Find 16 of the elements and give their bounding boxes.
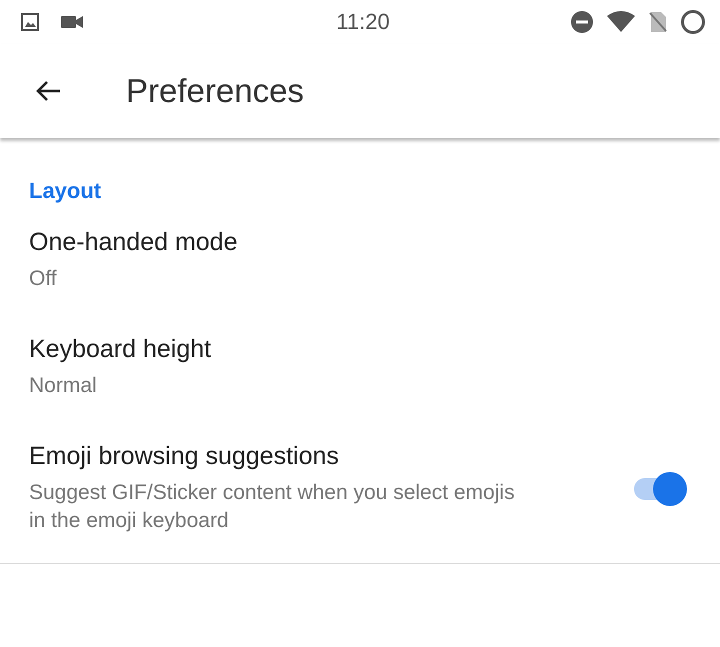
setting-summary: Suggest GIF/Sticker content when you select emojis in the emoji keyboard bbox=[29, 480, 516, 534]
setting-summary: Off bbox=[29, 266, 58, 292]
setting-summary: Normal bbox=[29, 373, 98, 399]
status-time: 11:20 bbox=[336, 9, 390, 35]
section-header: Layout bbox=[28, 177, 102, 205]
image-icon bbox=[20, 12, 40, 32]
toggle-switch[interactable] bbox=[632, 470, 688, 506]
setting-title: One-handed mode bbox=[29, 228, 238, 257]
do-not-disturb-icon bbox=[570, 10, 594, 34]
setting-title: Keyboard height bbox=[29, 335, 212, 364]
back-arrow-icon[interactable] bbox=[34, 79, 62, 103]
wifi-icon bbox=[606, 10, 636, 34]
screen-title: Preferences bbox=[126, 72, 304, 110]
no-sim-icon bbox=[648, 10, 668, 34]
setting-title: Emoji browsing suggestions bbox=[29, 442, 340, 471]
battery-ring-icon bbox=[680, 9, 706, 35]
